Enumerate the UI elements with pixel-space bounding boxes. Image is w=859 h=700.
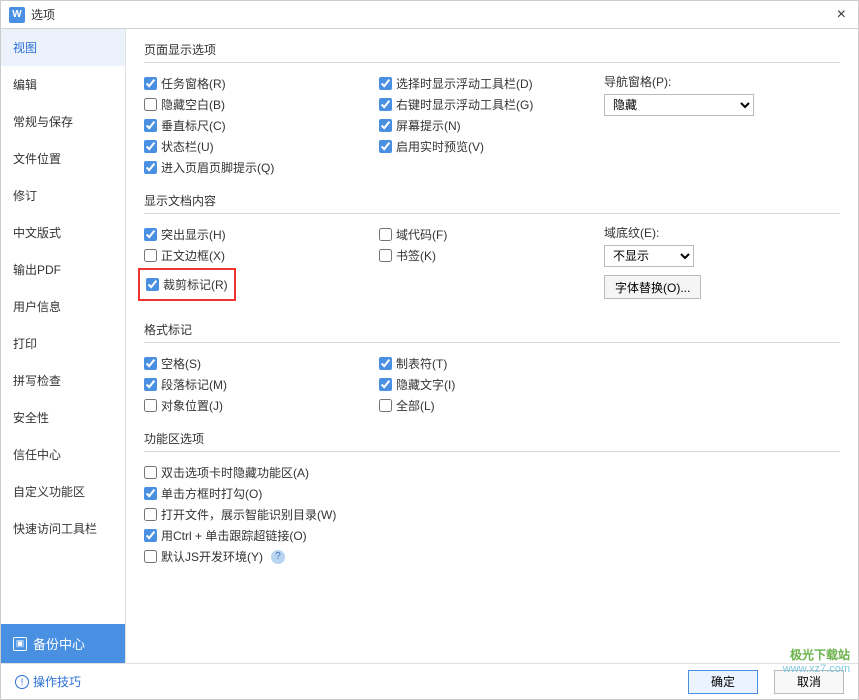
field-shading-label: 域底纹(E): xyxy=(604,224,840,241)
ok-button[interactable]: 确定 xyxy=(688,670,758,694)
sidebar-item-10[interactable]: 安全性 xyxy=(1,399,125,436)
app-icon: W xyxy=(9,7,25,23)
group-title: 功能区选项 xyxy=(144,430,840,452)
backup-icon: ▣ xyxy=(13,637,27,651)
text-border-checkbox[interactable]: 正文边框(X) xyxy=(144,245,369,266)
sidebar-item-5[interactable]: 中文版式 xyxy=(1,214,125,251)
sidebar-item-4[interactable]: 修订 xyxy=(1,177,125,214)
tips-icon: ! xyxy=(15,675,29,689)
sidebar-item-3[interactable]: 文件位置 xyxy=(1,140,125,177)
sidebar-item-7[interactable]: 用户信息 xyxy=(1,288,125,325)
sidebar-item-12[interactable]: 自定义功能区 xyxy=(1,473,125,510)
group-ribbon-options: 功能区选项 双击选项卡时隐藏功能区(A) 单击方框时打勾(O) 打开文件，展示智… xyxy=(144,430,840,567)
js-env-checkbox[interactable]: 默认JS开发环境(Y)? xyxy=(144,546,840,567)
dblclick-hide-ribbon-checkbox[interactable]: 双击选项卡时隐藏功能区(A) xyxy=(144,462,840,483)
group-title: 显示文档内容 xyxy=(144,192,840,214)
open-smart-toc-checkbox[interactable]: 打开文件，展示智能识别目录(W) xyxy=(144,504,840,525)
screen-tip-checkbox[interactable]: 屏幕提示(N) xyxy=(379,115,594,136)
tips-link[interactable]: ! 操作技巧 xyxy=(15,673,81,690)
sidebar-item-6[interactable]: 输出PDF xyxy=(1,251,125,288)
group-format-marks: 格式标记 空格(S) 段落标记(M) 对象位置(J) 制表符(T) 隐藏文字(I… xyxy=(144,321,840,416)
titlebar: W 选项 × xyxy=(1,1,858,29)
sidebar-item-9[interactable]: 拼写检查 xyxy=(1,362,125,399)
cancel-button[interactable]: 取消 xyxy=(774,670,844,694)
field-code-checkbox[interactable]: 域代码(F) xyxy=(379,224,594,245)
ctrl-click-link-checkbox[interactable]: 用Ctrl + 单击跟踪超链接(O) xyxy=(144,525,840,546)
backup-label: 备份中心 xyxy=(33,634,85,653)
object-position-checkbox[interactable]: 对象位置(J) xyxy=(144,395,369,416)
sidebar-item-8[interactable]: 打印 xyxy=(1,325,125,362)
float-toolbar-right-checkbox[interactable]: 右键时显示浮动工具栏(G) xyxy=(379,94,594,115)
options-dialog: W 选项 × 视图编辑常规与保存文件位置修订中文版式输出PDF用户信息打印拼写检… xyxy=(0,0,859,700)
sidebar-item-11[interactable]: 信任中心 xyxy=(1,436,125,473)
all-checkbox[interactable]: 全部(L) xyxy=(379,395,594,416)
space-checkbox[interactable]: 空格(S) xyxy=(144,353,369,374)
task-pane-checkbox[interactable]: 任务窗格(R) xyxy=(144,73,369,94)
help-icon[interactable]: ? xyxy=(271,550,285,564)
window-title: 选项 xyxy=(31,6,833,23)
sidebar-item-2[interactable]: 常规与保存 xyxy=(1,103,125,140)
hide-blank-checkbox[interactable]: 隐藏空白(B) xyxy=(144,94,369,115)
crop-marks-checkbox[interactable]: 裁剪标记(R) xyxy=(146,274,228,295)
group-doc-content: 显示文档内容 突出显示(H) 正文边框(X) 裁剪标记(R) 域代码(F) 书签… xyxy=(144,192,840,307)
nav-pane-label: 导航窗格(P): xyxy=(604,73,840,90)
highlight-annotation: 裁剪标记(R) xyxy=(138,268,236,301)
group-page-display: 页面显示选项 任务窗格(R) 隐藏空白(B) 垂直标尺(C) 状态栏(U) 进入… xyxy=(144,41,840,178)
sidebar-item-0[interactable]: 视图 xyxy=(1,29,125,66)
bookmark-checkbox[interactable]: 书签(K) xyxy=(379,245,594,266)
sidebar-list: 视图编辑常规与保存文件位置修订中文版式输出PDF用户信息打印拼写检查安全性信任中… xyxy=(1,29,125,624)
group-title: 格式标记 xyxy=(144,321,840,343)
nav-pane-select[interactable]: 隐藏 xyxy=(604,94,754,116)
paragraph-mark-checkbox[interactable]: 段落标记(M) xyxy=(144,374,369,395)
float-toolbar-select-checkbox[interactable]: 选择时显示浮动工具栏(D) xyxy=(379,73,594,94)
dialog-footer: ! 操作技巧 确定 取消 xyxy=(1,663,858,699)
sidebar-item-1[interactable]: 编辑 xyxy=(1,66,125,103)
group-title: 页面显示选项 xyxy=(144,41,840,63)
header-footer-hint-checkbox[interactable]: 进入页眉页脚提示(Q) xyxy=(144,157,369,178)
highlight-checkbox[interactable]: 突出显示(H) xyxy=(144,224,369,245)
field-shading-select[interactable]: 不显示 xyxy=(604,245,694,267)
vertical-ruler-checkbox[interactable]: 垂直标尺(C) xyxy=(144,115,369,136)
backup-center-button[interactable]: ▣ 备份中心 xyxy=(1,624,125,663)
dialog-body: 视图编辑常规与保存文件位置修订中文版式输出PDF用户信息打印拼写检查安全性信任中… xyxy=(1,29,858,663)
content-panel: 页面显示选项 任务窗格(R) 隐藏空白(B) 垂直标尺(C) 状态栏(U) 进入… xyxy=(126,29,858,663)
sidebar: 视图编辑常规与保存文件位置修订中文版式输出PDF用户信息打印拼写检查安全性信任中… xyxy=(1,29,126,663)
tab-checkbox[interactable]: 制表符(T) xyxy=(379,353,594,374)
tips-label: 操作技巧 xyxy=(33,673,81,690)
status-bar-checkbox[interactable]: 状态栏(U) xyxy=(144,136,369,157)
close-icon[interactable]: × xyxy=(833,6,850,24)
font-substitute-button[interactable]: 字体替换(O)... xyxy=(604,275,701,299)
click-check-checkbox[interactable]: 单击方框时打勾(O) xyxy=(144,483,840,504)
sidebar-item-13[interactable]: 快速访问工具栏 xyxy=(1,510,125,547)
hidden-text-checkbox[interactable]: 隐藏文字(I) xyxy=(379,374,594,395)
live-preview-checkbox[interactable]: 启用实时预览(V) xyxy=(379,136,594,157)
